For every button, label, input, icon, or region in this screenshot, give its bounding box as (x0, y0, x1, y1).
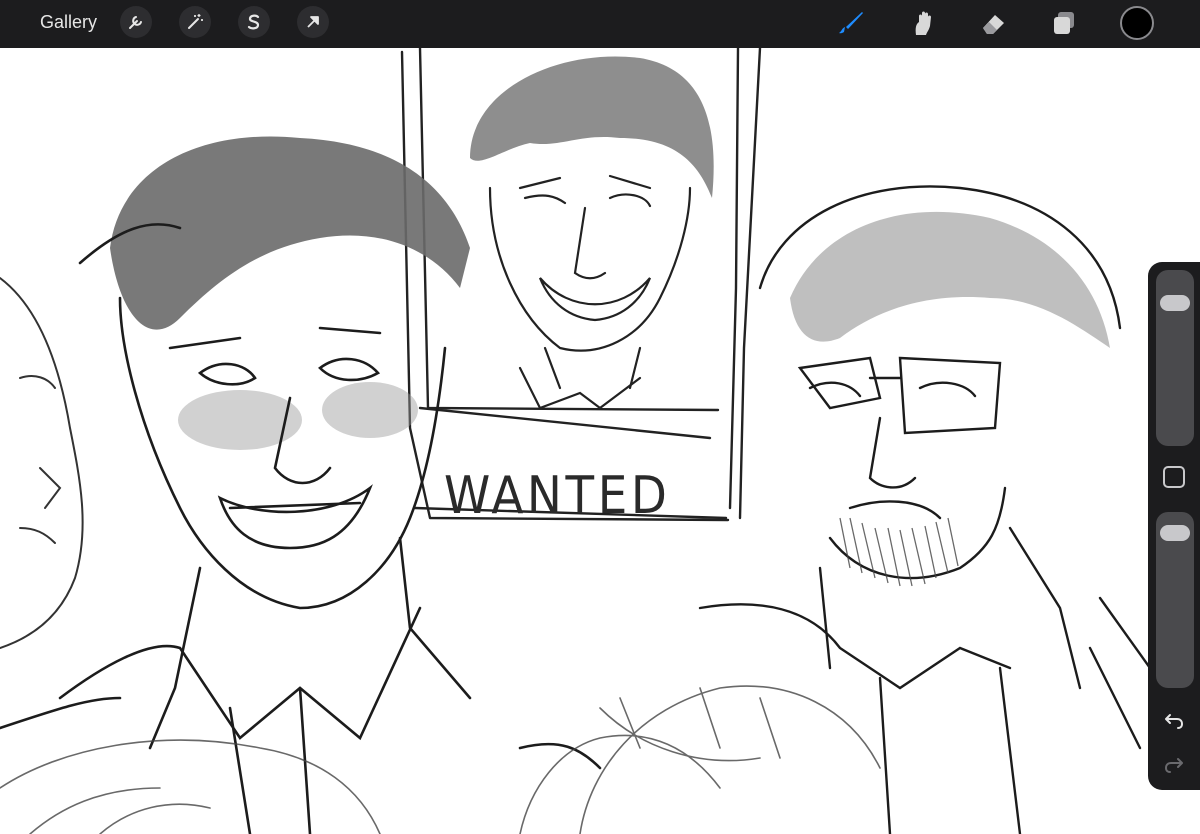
brush-icon (839, 12, 863, 34)
selection-s-icon (247, 14, 260, 30)
transform-button[interactable] (297, 6, 329, 38)
color-swatch-button[interactable] (1120, 6, 1154, 40)
undo-button[interactable] (1160, 706, 1188, 734)
brush-size-thumb[interactable] (1160, 295, 1190, 312)
drawing-canvas[interactable]: WANTED (0, 48, 1200, 834)
wanted-poster-text: WANTED (444, 466, 671, 526)
undo-icon (1165, 714, 1183, 729)
brush-tool-button[interactable] (834, 6, 868, 40)
redo-button[interactable] (1160, 750, 1188, 778)
arrow-cursor-icon (307, 16, 319, 28)
smudge-icon (915, 11, 931, 35)
opacity-slider[interactable] (1156, 512, 1194, 688)
layers-tool-button[interactable] (1047, 6, 1081, 40)
selection-button[interactable] (238, 6, 270, 38)
top-toolbar: Gallery (0, 0, 1200, 48)
layers-icon (1054, 12, 1074, 34)
wrench-icon (129, 16, 142, 29)
brush-sidebar (1148, 262, 1200, 790)
modify-button[interactable] (1163, 466, 1185, 488)
magic-wand-icon (188, 14, 203, 29)
eraser-tool-button[interactable] (976, 6, 1010, 40)
opacity-thumb[interactable] (1160, 525, 1190, 542)
actions-button[interactable] (120, 6, 152, 38)
smudge-tool-button[interactable] (905, 6, 939, 40)
adjustments-button[interactable] (179, 6, 211, 38)
gallery-button[interactable]: Gallery (40, 11, 97, 33)
brush-size-slider[interactable] (1156, 270, 1194, 446)
sketch-artwork (0, 48, 1152, 834)
redo-icon (1165, 758, 1183, 773)
eraser-icon (983, 15, 1004, 34)
